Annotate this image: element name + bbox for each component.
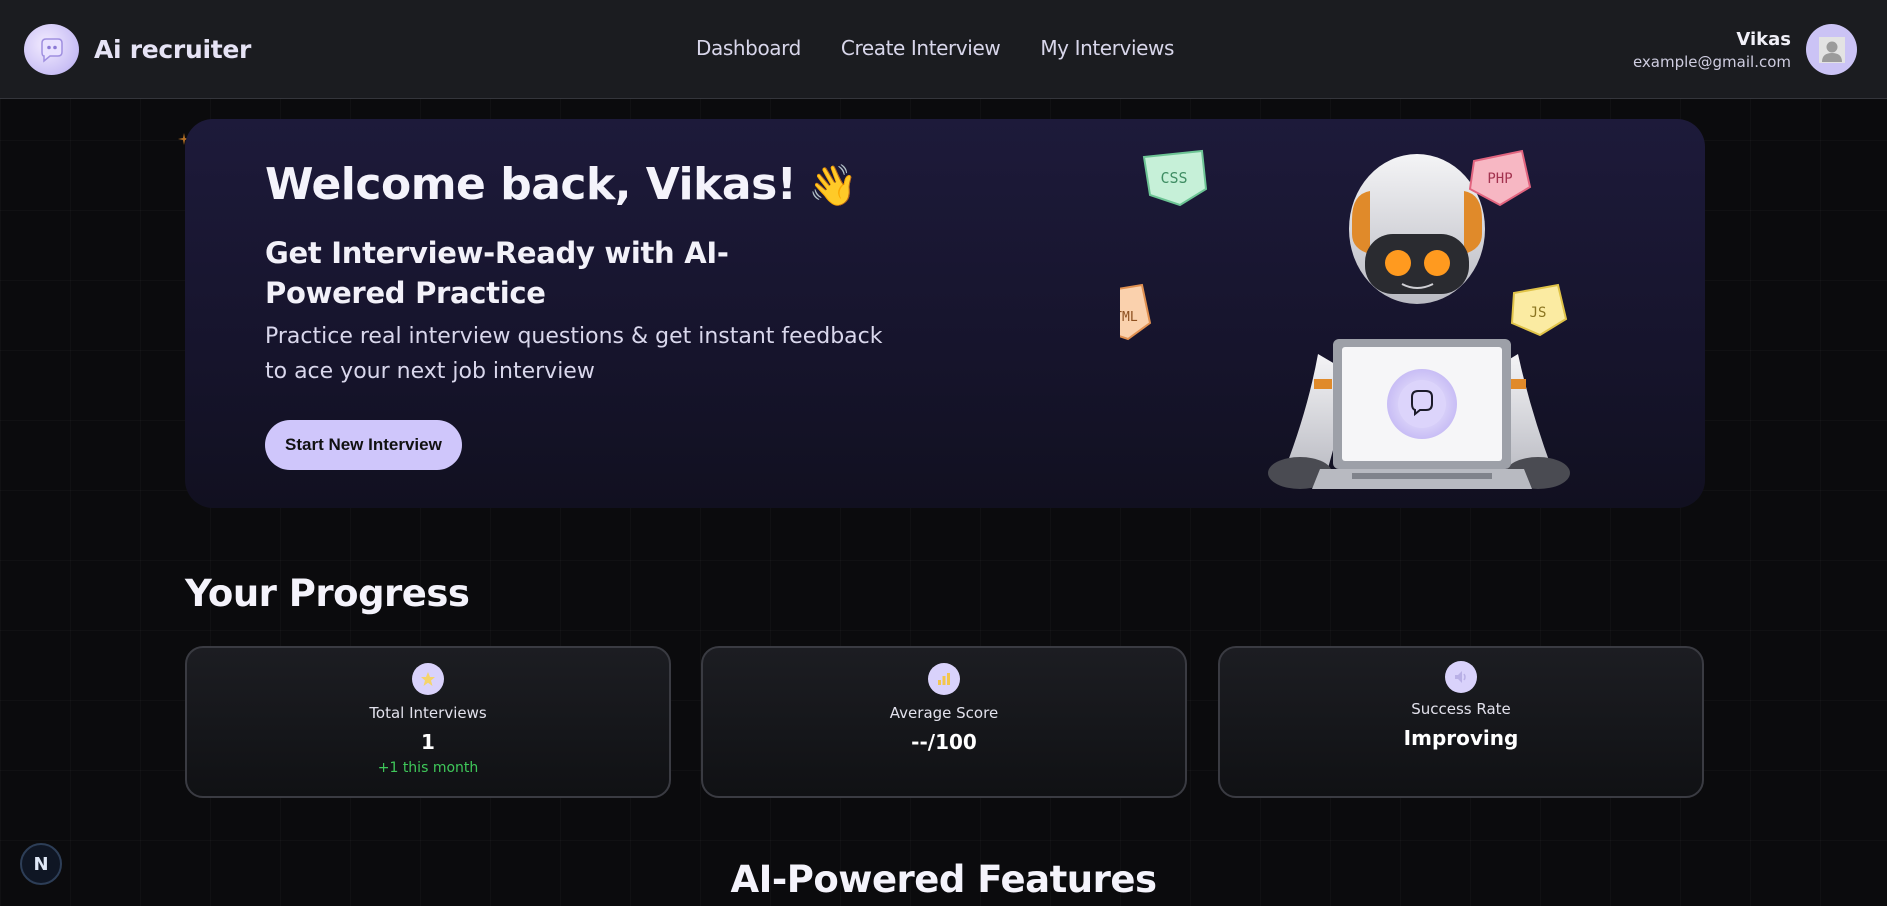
robot-illustration: CSS PHP HTML JS (1120, 149, 1570, 489)
stat-card-average-score: Average Score --/100 (701, 646, 1187, 798)
stat-label: Average Score (889, 704, 999, 722)
speaker-icon (1445, 661, 1477, 693)
hero-description: Practice real interview questions & get … (265, 324, 883, 384)
user-email: example@gmail.com (1632, 52, 1791, 71)
svg-text:JS: JS (1530, 305, 1547, 321)
svg-text:PHP: PHP (1487, 171, 1512, 187)
stat-note: +1 this month (377, 760, 479, 776)
stat-value: --/100 (911, 730, 977, 754)
user-icon (1818, 36, 1845, 63)
features-title: AI-Powered Features (730, 858, 1157, 901)
star-icon (412, 663, 444, 695)
avatar[interactable] (1806, 24, 1857, 75)
js-badge: JS (1510, 283, 1568, 337)
main-nav: Dashboard Create Interview My Interviews (696, 36, 1174, 60)
stat-label: Total Interviews (369, 704, 487, 722)
stat-label: Success Rate (1411, 700, 1511, 718)
stat-value: 1 (421, 730, 435, 754)
stat-value: Improving (1403, 726, 1519, 750)
welcome-text: Welcome back, Vikas! (265, 159, 797, 210)
logo-icon (24, 24, 79, 75)
nav-my-interviews[interactable]: My Interviews (1040, 36, 1174, 60)
user-info: Vikas example@gmail.com (1633, 29, 1791, 71)
top-nav-bar: Ai recruiter Dashboard Create Interview … (0, 0, 1887, 99)
html-badge: HTML (1120, 283, 1152, 341)
svg-text:CSS: CSS (1160, 169, 1187, 187)
hero-subtitle: Get Interview-Ready with AI-Powered Prac… (265, 236, 729, 310)
wave-icon: 👋 (808, 163, 858, 209)
nav-create-interview[interactable]: Create Interview (841, 36, 1001, 60)
brand-name: Ai recruiter (94, 35, 252, 64)
user-name: Vikas (1736, 28, 1791, 50)
progress-title: Your Progress (185, 572, 470, 615)
start-new-interview-button[interactable]: Start New Interview (265, 420, 462, 470)
hero-banner: Welcome back, Vikas! 👋 Get Interview-Read… (185, 119, 1705, 508)
welcome-title: Welcome back, Vikas! 👋 (265, 159, 858, 210)
php-badge: PHP (1468, 149, 1532, 207)
brand-link[interactable]: Ai recruiter (24, 24, 251, 75)
css-badge: CSS (1142, 149, 1208, 207)
stat-card-success-rate: Success Rate Improving (1218, 646, 1704, 798)
user-menu[interactable]: Vikas example@gmail.com (1633, 24, 1857, 75)
nav-dashboard[interactable]: Dashboard (696, 36, 801, 60)
svg-text:HTML: HTML (1120, 310, 1138, 325)
stat-card-total-interviews: Total Interviews 1 +1 this month (185, 646, 671, 798)
chart-icon (928, 663, 960, 695)
dev-tools-button[interactable]: N (20, 843, 62, 885)
